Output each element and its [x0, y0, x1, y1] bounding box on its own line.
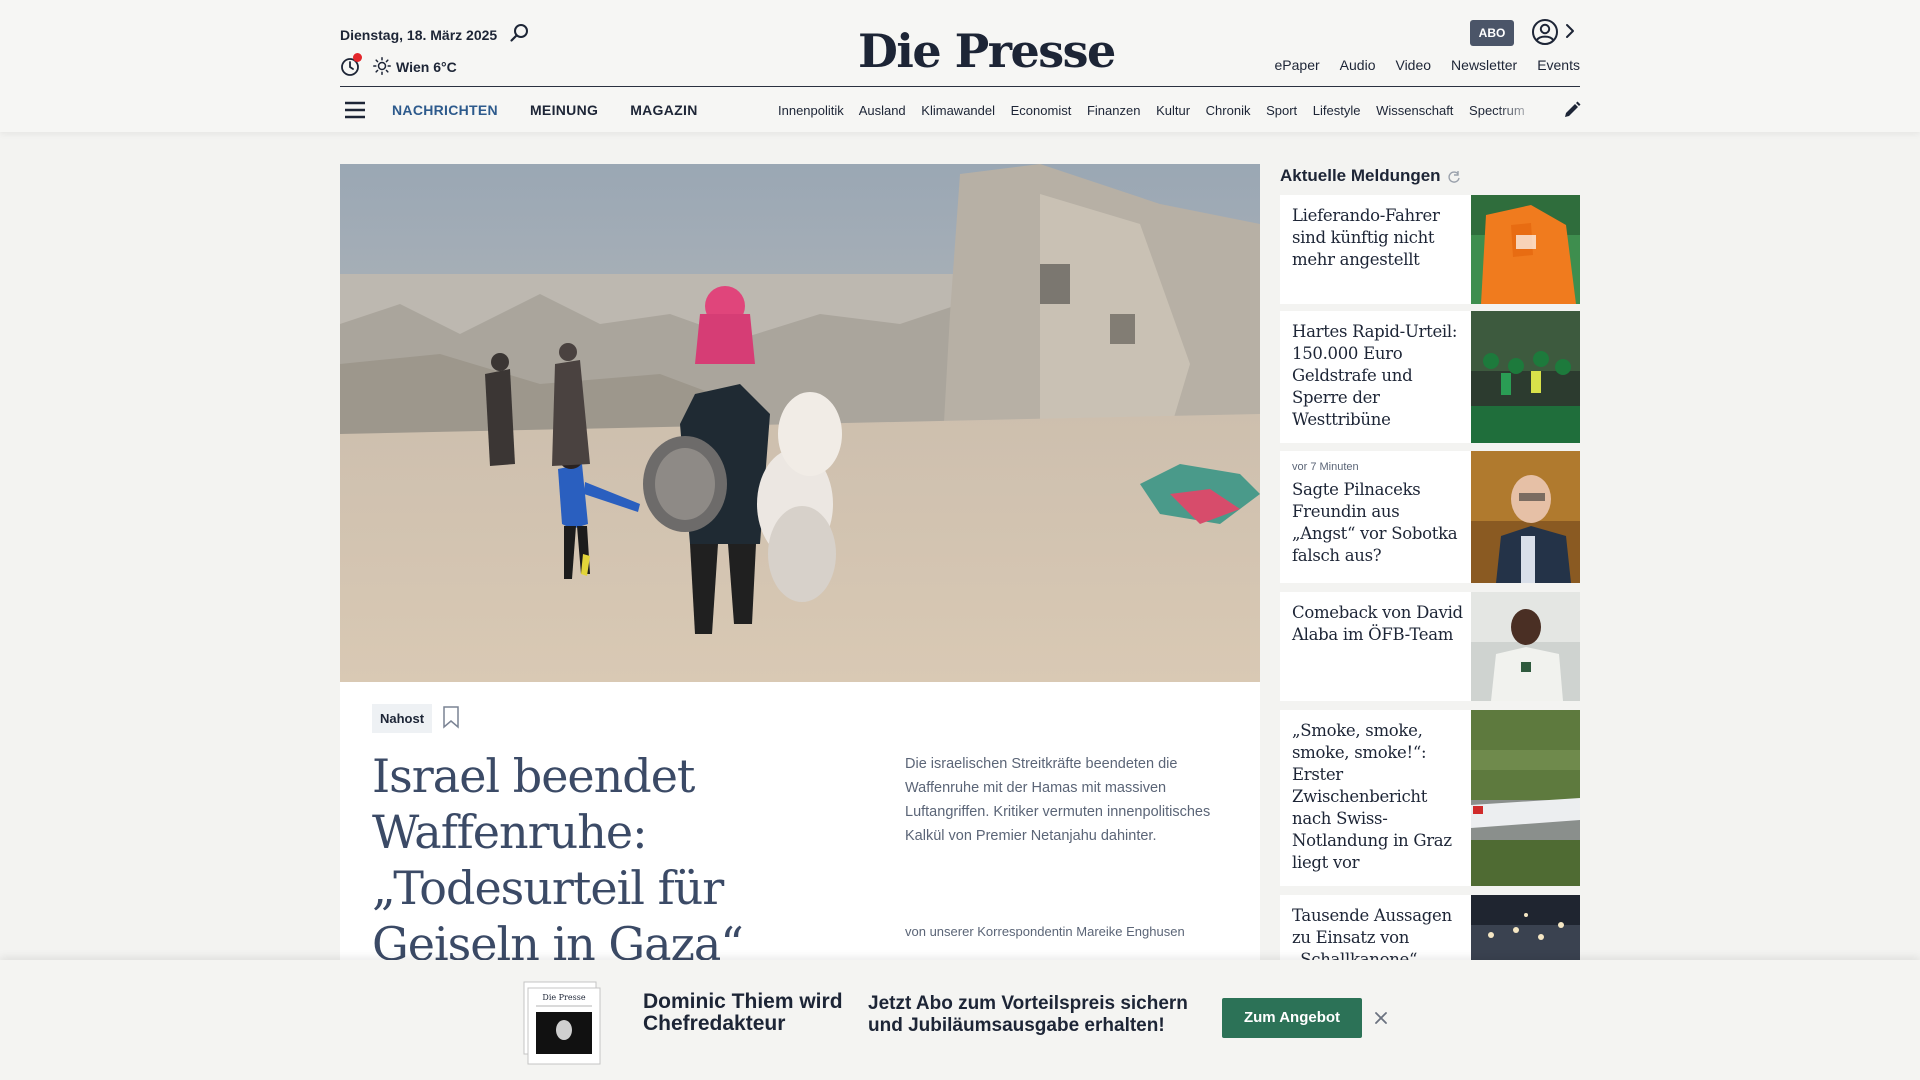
news-text: Comeback von David Alaba im ÖFB-Team	[1292, 602, 1467, 646]
refresh-icon	[1448, 171, 1460, 183]
site-logo[interactable]: Die Presse	[858, 24, 1116, 78]
user-account-icon[interactable]	[1531, 18, 1559, 46]
header-divider	[340, 86, 1580, 87]
top-link-newsletter[interactable]: Newsletter	[1451, 57, 1517, 73]
chevron-right-icon[interactable]	[1563, 21, 1577, 41]
banner-offer: Jetzt Abo zum Vorteilspreis sichern und …	[868, 993, 1188, 1036]
header-inner: Dienstag, 18. März 2025 Wien 6°C Die Pre…	[340, 0, 1582, 132]
article-headline[interactable]: Israel beendet Waffenruhe: „Todesurteil …	[372, 748, 792, 972]
news-thumbnail	[1471, 195, 1580, 304]
news-headline: Sagte Pilnaceks Freundin aus „Angst“ vor…	[1292, 480, 1458, 565]
news-timestamp: vor 7 Minuten	[1292, 461, 1359, 473]
news-thumbnail	[1471, 451, 1580, 583]
news-thumbnail	[1471, 895, 1580, 965]
news-thumbnail	[1471, 311, 1580, 443]
top-link-video[interactable]: Video	[1395, 57, 1431, 73]
hero-photo	[340, 164, 1260, 682]
top-links: ePaper Audio Video Newsletter Events	[1275, 57, 1580, 73]
section-nav: Innenpolitik Ausland Klimawandel Economi…	[778, 103, 1542, 118]
subscription-banner: Die Presse Dominic Thiem wird Chefredakt…	[0, 960, 1920, 1080]
sun-icon	[373, 57, 391, 75]
news-item[interactable]: vor 7 Minuten Sagte Pilnaceks Freundin a…	[1280, 451, 1580, 583]
main-nav: NACHRICHTEN MEINUNG MAGAZIN	[392, 102, 698, 118]
section-chronik[interactable]: Chronik	[1206, 103, 1251, 118]
article-lead: Die israelischen Streitkräfte beendeten …	[905, 756, 1211, 844]
banner-title: Dominic Thiem wird Chefredakteur	[643, 990, 843, 1035]
sidebar-title: Aktuelle Meldungen	[1280, 166, 1441, 185]
abo-button[interactable]: ABO	[1470, 20, 1514, 46]
news-headline: Lieferando-Fahrer sind künftig nicht meh…	[1292, 206, 1440, 269]
news-item[interactable]: Tausende Aussagen zu Einsatz von „Schall…	[1280, 895, 1580, 969]
news-item[interactable]: Lieferando-Fahrer sind künftig nicht meh…	[1280, 195, 1580, 304]
nav-meinung[interactable]: MEINUNG	[530, 102, 598, 118]
article-byline: von unserer Korrespondentin Mareike Engh…	[905, 924, 1185, 939]
paper-logo: Die Presse	[542, 993, 585, 1002]
bookmark-icon[interactable]	[442, 705, 460, 729]
news-headline: Hartes Rapid-Urteil: 150.000 Euro Geldst…	[1292, 322, 1458, 429]
section-wissenschaft[interactable]: Wissenschaft	[1376, 103, 1453, 118]
search-icon[interactable]	[509, 22, 531, 44]
close-icon[interactable]	[1373, 1010, 1389, 1026]
nav-nachrichten[interactable]: NACHRICHTEN	[392, 102, 498, 118]
top-link-events[interactable]: Events	[1537, 57, 1580, 73]
news-text: vor 7 Minuten Sagte Pilnaceks Freundin a…	[1292, 461, 1467, 567]
section-sport[interactable]: Sport	[1266, 103, 1297, 118]
news-thumbnail	[1471, 710, 1580, 886]
top-link-epaper[interactable]: ePaper	[1275, 57, 1320, 73]
news-headline: „Smoke, smoke, smoke, smoke!“: Erster Zw…	[1292, 721, 1452, 872]
notification-dot	[353, 53, 362, 62]
category-tag[interactable]: Nahost	[372, 704, 433, 733]
section-klimawandel[interactable]: Klimawandel	[921, 103, 995, 118]
hero-article: Nahost Israel beendet Waffenruhe: „Todes…	[340, 164, 1260, 1044]
news-text: „Smoke, smoke, smoke, smoke!“: Erster Zw…	[1292, 720, 1467, 874]
news-item[interactable]: Comeback von David Alaba im ÖFB-Team	[1280, 592, 1580, 701]
nav-magazin[interactable]: MAGAZIN	[630, 102, 697, 118]
section-ausland[interactable]: Ausland	[859, 103, 906, 118]
hero-image[interactable]	[340, 164, 1260, 682]
news-text: Lieferando-Fahrer sind künftig nicht meh…	[1292, 205, 1467, 271]
pencil-icon[interactable]	[1562, 100, 1582, 120]
current-date: Dienstag, 18. März 2025	[340, 27, 498, 43]
section-kultur[interactable]: Kultur	[1156, 103, 1190, 118]
news-thumbnail	[1471, 592, 1580, 701]
section-spectrum[interactable]: Spectrum	[1469, 103, 1525, 118]
news-item[interactable]: „Smoke, smoke, smoke, smoke!“: Erster Zw…	[1280, 710, 1580, 886]
news-text: Hartes Rapid-Urteil: 150.000 Euro Geldst…	[1292, 321, 1467, 431]
newspaper-stack-icon: Die Presse	[523, 981, 601, 1065]
top-link-audio[interactable]: Audio	[1340, 57, 1376, 73]
news-headline: Comeback von David Alaba im ÖFB-Team	[1292, 603, 1463, 644]
site-header: Dienstag, 18. März 2025 Wien 6°C Die Pre…	[0, 0, 1920, 132]
news-item[interactable]: Hartes Rapid-Urteil: 150.000 Euro Geldst…	[1280, 311, 1580, 443]
hamburger-menu-icon[interactable]	[344, 100, 366, 120]
section-finanzen[interactable]: Finanzen	[1087, 103, 1140, 118]
weather-text: Wien 6°C	[396, 59, 457, 75]
offer-button[interactable]: Zum Angebot	[1222, 998, 1362, 1038]
section-economist[interactable]: Economist	[1011, 103, 1072, 118]
section-lifestyle[interactable]: Lifestyle	[1313, 103, 1361, 118]
section-innenpolitik[interactable]: Innenpolitik	[778, 103, 844, 118]
